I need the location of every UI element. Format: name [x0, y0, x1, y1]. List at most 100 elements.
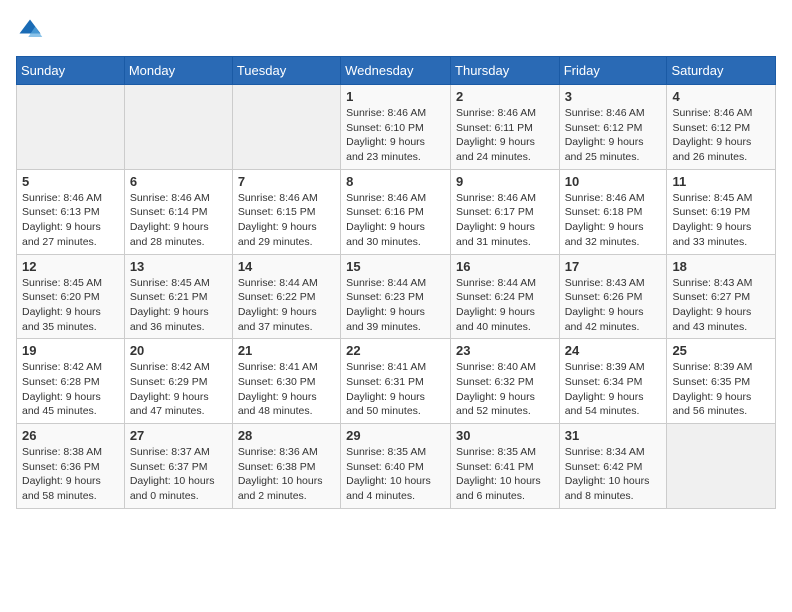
day-detail: Sunrise: 8:46 AMSunset: 6:12 PMDaylight:…: [672, 106, 770, 165]
day-number: 26: [22, 428, 119, 443]
calendar-cell: 12 Sunrise: 8:45 AMSunset: 6:20 PMDayligh…: [17, 254, 125, 339]
week-row-3: 12 Sunrise: 8:45 AMSunset: 6:20 PMDayligh…: [17, 254, 776, 339]
header-row: SundayMondayTuesdayWednesdayThursdayFrid…: [17, 57, 776, 85]
day-number: 3: [565, 89, 662, 104]
day-number: 10: [565, 174, 662, 189]
calendar-cell: 7Sunrise: 8:46 AMSunset: 6:15 PMDaylight…: [232, 169, 340, 254]
day-detail: Sunrise: 8:41 AMSunset: 6:31 PMDaylight:…: [346, 360, 445, 419]
day-detail: Sunrise: 8:44 AMSunset: 6:24 PMDaylight:…: [456, 276, 554, 335]
calendar-cell: 2Sunrise: 8:46 AMSunset: 6:11 PMDaylight…: [451, 85, 560, 170]
day-number: 25: [672, 343, 770, 358]
day-number: 24: [565, 343, 662, 358]
day-header-saturday: Saturday: [667, 57, 776, 85]
calendar-cell: 19 Sunrise: 8:42 AMSunset: 6:28 PMDayligh…: [17, 339, 125, 424]
calendar-cell: [124, 85, 232, 170]
day-number: 27: [130, 428, 227, 443]
day-number: 16: [456, 259, 554, 274]
calendar-cell: 21 Sunrise: 8:41 AMSunset: 6:30 PMDayligh…: [232, 339, 340, 424]
week-row-2: 5 Sunrise: 8:46 AMSunset: 6:13 PMDaylight…: [17, 169, 776, 254]
day-detail: Sunrise: 8:41 AMSunset: 6:30 PMDaylight:…: [238, 360, 335, 419]
calendar-cell: 29 Sunrise: 8:35 AMSunset: 6:40 PMDayligh…: [341, 424, 451, 509]
logo-icon: [16, 16, 44, 44]
day-detail: Sunrise: 8:43 AMSunset: 6:27 PMDaylight:…: [672, 276, 770, 335]
day-number: 17: [565, 259, 662, 274]
calendar-cell: 31 Sunrise: 8:34 AMSunset: 6:42 PMDayligh…: [559, 424, 667, 509]
calendar-table: SundayMondayTuesdayWednesdayThursdayFrid…: [16, 56, 776, 509]
day-number: 28: [238, 428, 335, 443]
day-detail: Sunrise: 8:40 AMSunset: 6:32 PMDaylight:…: [456, 360, 554, 419]
day-detail: Sunrise: 8:39 AMSunset: 6:35 PMDaylight:…: [672, 360, 770, 419]
day-number: 19: [22, 343, 119, 358]
calendar-cell: 9 Sunrise: 8:46 AMSunset: 6:17 PMDaylight…: [451, 169, 560, 254]
calendar-cell: 11Sunrise: 8:45 AMSunset: 6:19 PMDayligh…: [667, 169, 776, 254]
calendar-cell: 20 Sunrise: 8:42 AMSunset: 6:29 PMDayligh…: [124, 339, 232, 424]
calendar-cell: 3 Sunrise: 8:46 AMSunset: 6:12 PMDaylight…: [559, 85, 667, 170]
day-number: 6: [130, 174, 227, 189]
calendar-cell: 25 Sunrise: 8:39 AMSunset: 6:35 PMDayligh…: [667, 339, 776, 424]
week-row-4: 19 Sunrise: 8:42 AMSunset: 6:28 PMDayligh…: [17, 339, 776, 424]
day-detail: Sunrise: 8:38 AMSunset: 6:36 PMDaylight:…: [22, 445, 119, 504]
day-header-thursday: Thursday: [451, 57, 560, 85]
calendar-cell: 10 Sunrise: 8:46 AMSunset: 6:18 PMDayligh…: [559, 169, 667, 254]
day-detail: Sunrise: 8:46 AMSunset: 6:10 PMDaylight:…: [346, 106, 445, 165]
calendar-cell: 16 Sunrise: 8:44 AMSunset: 6:24 PMDayligh…: [451, 254, 560, 339]
day-detail: Sunrise: 8:46 AMSunset: 6:14 PMDaylight:…: [130, 191, 227, 250]
calendar-cell: 1 Sunrise: 8:46 AMSunset: 6:10 PMDaylight…: [341, 85, 451, 170]
day-detail: Sunrise: 8:46 AMSunset: 6:15 PMDaylight:…: [238, 191, 335, 250]
day-number: 9: [456, 174, 554, 189]
day-number: 18: [672, 259, 770, 274]
day-number: 22: [346, 343, 445, 358]
day-number: 31: [565, 428, 662, 443]
day-header-wednesday: Wednesday: [341, 57, 451, 85]
day-header-tuesday: Tuesday: [232, 57, 340, 85]
day-number: 13: [130, 259, 227, 274]
day-detail: Sunrise: 8:42 AMSunset: 6:29 PMDaylight:…: [130, 360, 227, 419]
day-detail: Sunrise: 8:46 AMSunset: 6:16 PMDaylight:…: [346, 191, 445, 250]
day-number: 2: [456, 89, 554, 104]
day-number: 12: [22, 259, 119, 274]
calendar-cell: [17, 85, 125, 170]
calendar-cell: 15 Sunrise: 8:44 AMSunset: 6:23 PMDayligh…: [341, 254, 451, 339]
day-detail: Sunrise: 8:45 AMSunset: 6:19 PMDaylight:…: [672, 191, 770, 250]
calendar-cell: 22 Sunrise: 8:41 AMSunset: 6:31 PMDayligh…: [341, 339, 451, 424]
day-detail: Sunrise: 8:45 AMSunset: 6:21 PMDaylight:…: [130, 276, 227, 335]
calendar-cell: 28 Sunrise: 8:36 AMSunset: 6:38 PMDayligh…: [232, 424, 340, 509]
day-number: 20: [130, 343, 227, 358]
calendar-cell: 5 Sunrise: 8:46 AMSunset: 6:13 PMDaylight…: [17, 169, 125, 254]
day-detail: Sunrise: 8:46 AMSunset: 6:18 PMDaylight:…: [565, 191, 662, 250]
day-detail: Sunrise: 8:46 AMSunset: 6:13 PMDaylight:…: [22, 191, 119, 250]
day-detail: Sunrise: 8:46 AMSunset: 6:12 PMDaylight:…: [565, 106, 662, 165]
day-number: 15: [346, 259, 445, 274]
week-row-1: 1 Sunrise: 8:46 AMSunset: 6:10 PMDaylight…: [17, 85, 776, 170]
day-number: 5: [22, 174, 119, 189]
week-row-5: 26 Sunrise: 8:38 AMSunset: 6:36 PMDayligh…: [17, 424, 776, 509]
day-number: 14: [238, 259, 335, 274]
day-detail: Sunrise: 8:39 AMSunset: 6:34 PMDaylight:…: [565, 360, 662, 419]
day-header-sunday: Sunday: [17, 57, 125, 85]
calendar-cell: 4 Sunrise: 8:46 AMSunset: 6:12 PMDaylight…: [667, 85, 776, 170]
day-number: 1: [346, 89, 445, 104]
calendar-cell: 6 Sunrise: 8:46 AMSunset: 6:14 PMDaylight…: [124, 169, 232, 254]
day-number: 29: [346, 428, 445, 443]
calendar-cell: 13 Sunrise: 8:45 AMSunset: 6:21 PMDayligh…: [124, 254, 232, 339]
calendar-cell: 24 Sunrise: 8:39 AMSunset: 6:34 PMDayligh…: [559, 339, 667, 424]
day-number: 4: [672, 89, 770, 104]
day-number: 21: [238, 343, 335, 358]
calendar-cell: [232, 85, 340, 170]
calendar-cell: 26 Sunrise: 8:38 AMSunset: 6:36 PMDayligh…: [17, 424, 125, 509]
day-detail: Sunrise: 8:45 AMSunset: 6:20 PMDaylight:…: [22, 276, 119, 335]
day-detail: Sunrise: 8:42 AMSunset: 6:28 PMDaylight:…: [22, 360, 119, 419]
day-detail: Sunrise: 8:36 AMSunset: 6:38 PMDaylight:…: [238, 445, 335, 504]
day-header-friday: Friday: [559, 57, 667, 85]
day-number: 23: [456, 343, 554, 358]
calendar-cell: 23 Sunrise: 8:40 AMSunset: 6:32 PMDayligh…: [451, 339, 560, 424]
day-detail: Sunrise: 8:34 AMSunset: 6:42 PMDaylight:…: [565, 445, 662, 504]
day-detail: Sunrise: 8:35 AMSunset: 6:40 PMDaylight:…: [346, 445, 445, 504]
day-number: 30: [456, 428, 554, 443]
day-header-monday: Monday: [124, 57, 232, 85]
day-detail: Sunrise: 8:44 AMSunset: 6:22 PMDaylight:…: [238, 276, 335, 335]
day-detail: Sunrise: 8:46 AMSunset: 6:17 PMDaylight:…: [456, 191, 554, 250]
day-detail: Sunrise: 8:44 AMSunset: 6:23 PMDaylight:…: [346, 276, 445, 335]
calendar-cell: 8Sunrise: 8:46 AMSunset: 6:16 PMDaylight…: [341, 169, 451, 254]
day-detail: Sunrise: 8:35 AMSunset: 6:41 PMDaylight:…: [456, 445, 554, 504]
